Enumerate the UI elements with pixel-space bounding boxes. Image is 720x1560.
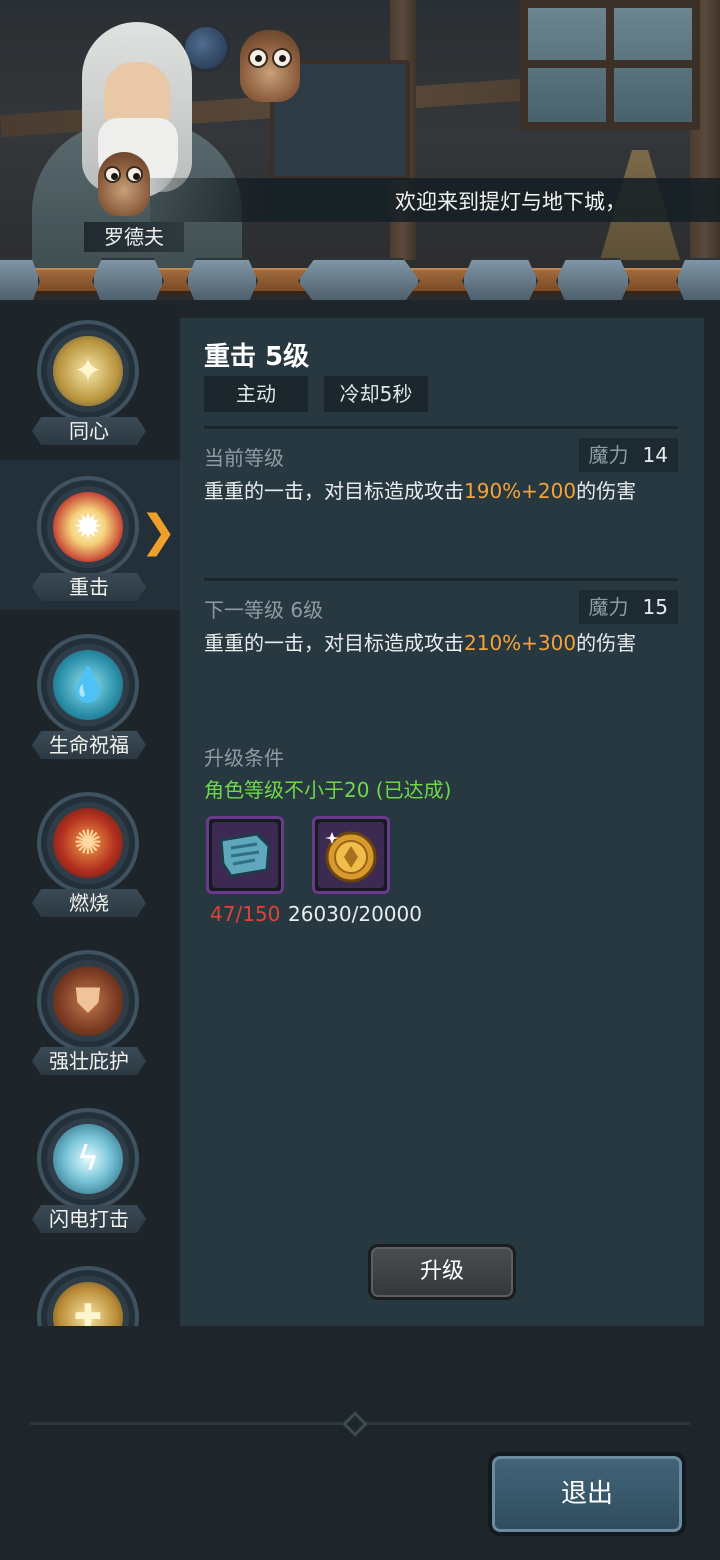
speaker-owl-icon: [98, 152, 150, 216]
damage-value: 210%+300: [464, 631, 577, 655]
skill-icon-ring: ϟ: [37, 1108, 139, 1210]
next-level-desc: 重重的一击，对目标造成攻击210%+300的伤害: [204, 631, 637, 655]
skill-label: 生命祝福: [32, 731, 146, 759]
skill-icon-ring: ✺: [37, 792, 139, 894]
scroll-map-icon: [212, 822, 278, 888]
owl-figure: [240, 30, 300, 102]
divider-gem-icon: [342, 1411, 368, 1437]
skill-item-partial[interactable]: ✚: [0, 1250, 180, 1326]
skill-icon-ring: ✦: [37, 320, 139, 422]
skill-item-shandiandaji[interactable]: ϟ 闪电打击: [0, 1092, 180, 1242]
skill-label: 燃烧: [32, 889, 146, 917]
attic-window: [520, 0, 700, 130]
stone-rail-divider: [0, 258, 720, 300]
skill-label: 强壮庇护: [32, 1047, 146, 1075]
mana-value: 15: [642, 595, 668, 619]
cooldown-tag: 冷却5秒: [324, 376, 428, 412]
skill-title: 重击 5级: [204, 342, 310, 372]
material-slot-scroll[interactable]: [206, 816, 284, 894]
requirements-label: 升级条件: [204, 746, 284, 770]
skill-icon-ring: ✹: [37, 476, 139, 578]
lightning-orb-icon: ϟ: [53, 1124, 123, 1194]
skill-detail-panel: 重击 5级 主动 冷却5秒 当前等级 魔力 14 重重的一击，对目标造成攻击190…: [180, 318, 704, 1326]
skill-item-ranshao[interactable]: ✺ 燃烧: [0, 776, 180, 926]
damage-value: 190%+200: [464, 479, 577, 503]
divider: [204, 578, 678, 581]
story-banner: 欢迎来到提灯与地下城， 罗德夫: [0, 0, 720, 300]
current-mana-badge: 魔力 14: [578, 438, 678, 472]
golden-cross-icon: ✚: [53, 1282, 123, 1326]
skill-item-tongxin[interactable]: ✦ 同心: [0, 304, 180, 454]
upgrade-button[interactable]: 升级: [368, 1244, 516, 1300]
skill-item-qiangzhuangbihu[interactable]: ⛊ 强壮庇护: [0, 934, 180, 1084]
skill-icon-ring: ⛊: [37, 950, 139, 1052]
mana-value: 14: [642, 443, 668, 467]
next-mana-badge: 魔力 15: [578, 590, 678, 624]
shield-rock-icon: ⛊: [53, 966, 123, 1036]
exit-button[interactable]: 退出: [488, 1452, 686, 1536]
selected-chevron-icon: ❯: [140, 506, 177, 557]
divider: [204, 426, 678, 429]
skill-type-tag: 主动: [204, 376, 308, 412]
gold-coin-icon: [318, 822, 384, 888]
current-level-label: 当前等级: [204, 446, 284, 470]
mana-label: 魔力: [588, 443, 629, 467]
skill-label: 同心: [32, 417, 146, 445]
mana-label: 魔力: [588, 595, 629, 619]
material-slot-coin[interactable]: [312, 816, 390, 894]
skill-list[interactable]: ✦ 同心 ✹ 重击 💧 生命祝福 ✺ 燃烧 ⛊ 强壮庇护 ϟ 闪电打击 ✚: [0, 304, 180, 1326]
skill-icon-ring: ✚: [37, 1266, 139, 1326]
coin-count: 26030/20000: [288, 902, 422, 926]
scroll-count: 47/150: [210, 902, 281, 926]
skill-label: 闪电打击: [32, 1205, 146, 1233]
speaker-name: 罗德夫: [84, 222, 184, 252]
skill-icon-ring: 💧: [37, 634, 139, 736]
level-condition: 角色等级不小于20 (已达成): [204, 778, 452, 802]
skill-label: 重击: [32, 573, 146, 601]
dialog-text: 欢迎来到提灯与地下城，: [395, 190, 626, 214]
skill-item-shengmingzhufu[interactable]: 💧 生命祝福: [0, 618, 180, 768]
current-level-desc: 重重的一击，对目标造成攻击190%+200的伤害: [204, 479, 637, 503]
sun-star-icon: ✦: [53, 336, 123, 406]
fire-swirl-icon: ✺: [53, 808, 123, 878]
burst-icon: ✹: [53, 492, 123, 562]
next-level-label: 下一等级 6级: [204, 598, 324, 622]
water-drop-icon: 💧: [53, 650, 123, 720]
